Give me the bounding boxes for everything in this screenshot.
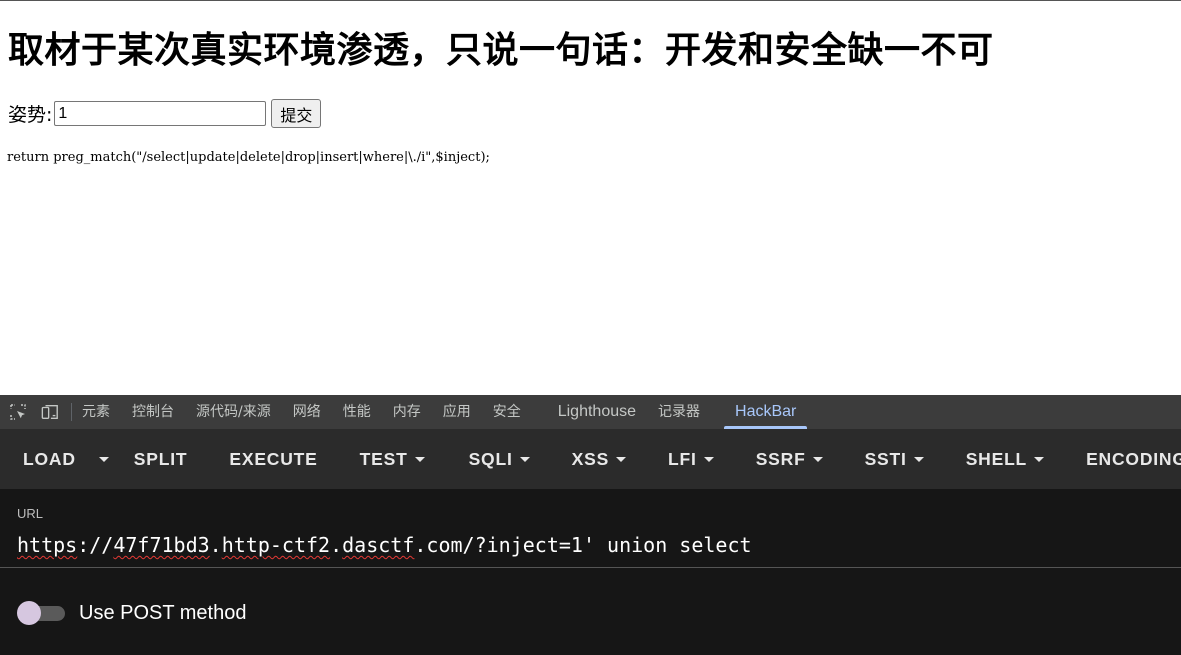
devtools-panel: 元素 控制台 源代码/来源 网络 性能 内存 应用 安全 Lighthouse … (0, 395, 1181, 655)
device-toolbar-icon[interactable] (41, 403, 59, 421)
shell-menu-button[interactable]: SHELL (965, 429, 1045, 489)
xss-label: XSS (571, 448, 610, 469)
tab-network[interactable]: 网络 (282, 395, 332, 429)
submit-button[interactable]: 提交 (271, 99, 322, 128)
chevron-down-icon (913, 456, 924, 462)
page-heading: 取材于某次真实环境渗透，只说一句话：开发和安全缺一不可 (8, 30, 994, 71)
post-method-toggle[interactable] (17, 601, 65, 625)
chevron-down-icon (703, 456, 714, 462)
load-label: LOAD (23, 448, 76, 469)
lfi-label: LFI (668, 448, 697, 469)
inject-form: 姿势: 提交 (8, 99, 322, 128)
tab-memory[interactable]: 内存 (382, 395, 432, 429)
url-host-part: 47f71bd3 (113, 533, 210, 557)
load-dropdown-button[interactable] (92, 429, 109, 489)
url-dot: . (330, 533, 343, 557)
toggle-thumb (17, 601, 41, 625)
split-label: SPLIT (133, 448, 188, 469)
web-page: 取材于某次真实环境渗透，只说一句话：开发和安全缺一不可 姿势: 提交 retur… (0, 0, 1181, 395)
url-input[interactable]: https://47f71bd3.http-ctf2.dasctf.com/?i… (17, 533, 752, 557)
execute-label: EXECUTE (229, 448, 318, 469)
execute-button[interactable]: EXECUTE (229, 429, 317, 489)
tab-performance[interactable]: 性能 (332, 395, 382, 429)
tab-elements[interactable]: 元素 (82, 395, 121, 429)
tab-hackbar[interactable]: HackBar (722, 395, 809, 429)
ssti-menu-button[interactable]: SSTI (865, 429, 924, 489)
url-host-part: http-ctf2 (221, 533, 331, 557)
chevron-down-icon (616, 456, 627, 462)
test-label: TEST (359, 448, 408, 469)
load-button[interactable]: LOAD (23, 429, 76, 489)
chevron-down-icon (1034, 456, 1045, 462)
url-dot: . (209, 533, 222, 557)
chevron-down-icon (812, 456, 823, 462)
ssrf-label: SSRF (755, 448, 806, 469)
post-method-label: Use POST method (79, 602, 247, 624)
chevron-down-icon (414, 456, 425, 462)
devtools-tab-bar: 元素 控制台 源代码/来源 网络 性能 内存 应用 安全 Lighthouse … (0, 395, 1181, 429)
url-underline (0, 567, 1181, 568)
tab-console[interactable]: 控制台 (121, 395, 185, 429)
url-host-part: dasctf (342, 533, 415, 557)
xss-menu-button[interactable]: XSS (571, 429, 627, 489)
tab-sources[interactable]: 源代码/来源 (185, 395, 282, 429)
split-button[interactable]: SPLIT (134, 429, 188, 489)
chevron-down-icon (98, 456, 109, 462)
chevron-down-icon (519, 456, 530, 462)
filter-code-line: return preg_match("/select|update|delete… (7, 150, 490, 165)
url-scheme: https (17, 533, 78, 557)
test-menu-button[interactable]: TEST (360, 429, 425, 489)
encoding-label: ENCODING (1086, 448, 1181, 469)
ssrf-menu-button[interactable]: SSRF (756, 429, 823, 489)
hackbar-toolbar: LOAD SPLIT EXECUTE TEST SQLI XSS LFI SSR… (0, 429, 1181, 489)
tab-divider (71, 403, 72, 421)
inject-input[interactable] (54, 101, 267, 126)
sqli-menu-button[interactable]: SQLI (469, 429, 530, 489)
tab-recorder[interactable]: 记录器 (647, 395, 722, 429)
tab-lighthouse[interactable]: Lighthouse (547, 395, 647, 429)
tab-application[interactable]: 应用 (432, 395, 482, 429)
encoding-menu-button[interactable]: ENCODING (1086, 429, 1181, 489)
url-separator: :// (77, 533, 114, 557)
inspect-element-icon[interactable] (9, 403, 27, 421)
shell-label: SHELL (965, 448, 1028, 469)
url-field-label: URL (17, 506, 44, 521)
ssti-label: SSTI (864, 448, 907, 469)
lfi-menu-button[interactable]: LFI (668, 429, 714, 489)
sqli-label: SQLI (468, 448, 513, 469)
hackbar-body: URL https://47f71bd3.http-ctf2.dasctf.co… (0, 489, 1181, 655)
inject-label: 姿势: (8, 104, 53, 126)
tab-security[interactable]: 安全 (482, 395, 547, 429)
url-path-query: .com/?inject=1' union select (414, 533, 752, 557)
